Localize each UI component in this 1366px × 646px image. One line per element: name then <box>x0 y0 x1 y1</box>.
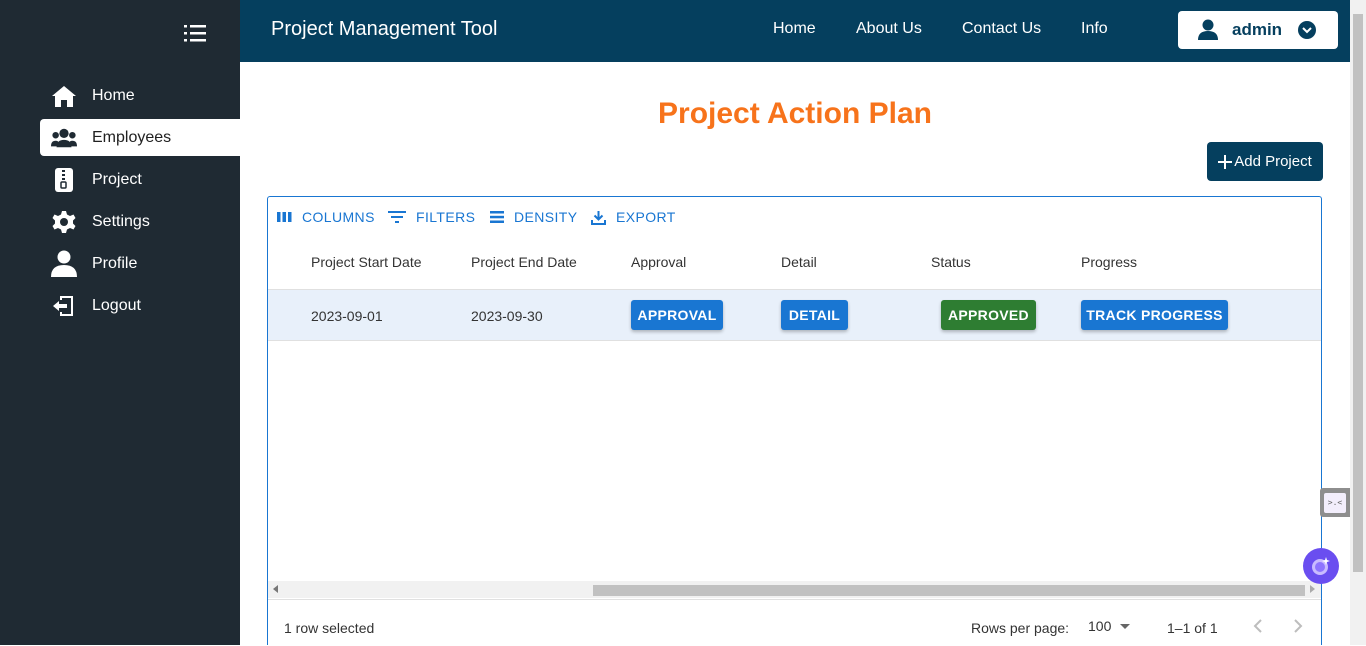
home-icon <box>51 83 77 109</box>
rows-per-page-label: Rows per page: <box>971 620 1070 636</box>
status-approved-button[interactable]: APPROVED <box>941 300 1036 330</box>
zip-file-icon <box>51 167 77 193</box>
gear-icon <box>51 209 77 235</box>
assistant-fab-button[interactable] <box>1303 548 1339 584</box>
page-title: Project Action Plan <box>658 97 932 130</box>
sidebar-item-label: Profile <box>92 254 138 272</box>
nav-link-about-us[interactable]: About Us <box>856 20 922 38</box>
column-header-start-date[interactable]: Project Start Date <box>311 254 422 270</box>
page-scrollbar-thumb[interactable] <box>1353 14 1363 572</box>
scroll-right-arrow-icon[interactable] <box>1310 585 1315 593</box>
user-menu-button[interactable]: admin <box>1178 11 1338 49</box>
track-progress-button[interactable]: TRACK PROGRESS <box>1081 300 1228 330</box>
users-icon <box>51 125 77 151</box>
logout-icon <box>51 293 77 319</box>
column-header-approval[interactable]: Approval <box>631 254 686 270</box>
top-navbar: Project Management Tool Home About Us Co… <box>240 0 1350 62</box>
sidebar: Home Employees Project Settings Profile … <box>0 0 240 645</box>
rows-per-page-select[interactable]: 100 <box>1088 618 1131 634</box>
columns-icon <box>277 212 292 222</box>
user-icon <box>1198 19 1218 41</box>
sidebar-item-settings[interactable]: Settings <box>40 203 240 240</box>
cell-start-date: 2023-09-01 <box>311 308 383 324</box>
add-project-label: Add Project <box>1234 153 1312 170</box>
pagination-range: 1–1 of 1 <box>1167 620 1218 636</box>
density-icon <box>490 211 504 223</box>
sidebar-item-label: Project <box>92 170 142 188</box>
sidebar-item-label: Logout <box>92 296 141 314</box>
selected-rows-count: 1 row selected <box>284 620 375 636</box>
rows-per-page-value: 100 <box>1088 618 1112 634</box>
menu-toggle-icon[interactable] <box>184 23 208 45</box>
sidebar-item-label: Settings <box>92 212 150 230</box>
sidebar-item-employees[interactable]: Employees <box>40 119 240 156</box>
sidebar-item-label: Home <box>92 86 135 104</box>
sidebar-item-profile[interactable]: Profile <box>40 245 240 282</box>
caret-down-icon <box>1120 623 1131 629</box>
app-title: Project Management Tool <box>271 18 498 40</box>
sidebar-item-project[interactable]: Project <box>40 161 240 198</box>
grid-footer: 1 row selected Rows per page: 100 1–1 of… <box>268 599 1321 646</box>
export-label: EXPORT <box>616 209 676 225</box>
username: admin <box>1232 20 1283 39</box>
user-icon <box>51 250 77 277</box>
column-header-detail[interactable]: Detail <box>781 254 817 270</box>
chevron-down-icon <box>1298 21 1317 39</box>
nav-link-contact-us[interactable]: Contact Us <box>962 20 1041 38</box>
filter-icon <box>388 211 406 223</box>
sidebar-item-home[interactable]: Home <box>40 77 240 114</box>
column-header-end-date[interactable]: Project End Date <box>471 254 577 270</box>
widget-face-icon: >.< <box>1324 492 1346 513</box>
sidebar-item-logout[interactable]: Logout <box>40 287 240 324</box>
sidebar-item-label: Employees <box>92 128 172 146</box>
side-panel-widget[interactable]: >.< <box>1320 488 1350 517</box>
density-label: DENSITY <box>514 209 578 225</box>
density-button[interactable]: DENSITY <box>490 209 577 225</box>
column-header-status[interactable]: Status <box>931 254 971 270</box>
add-project-button[interactable]: Add Project <box>1207 142 1323 181</box>
plus-icon <box>1218 154 1233 169</box>
next-page-icon[interactable] <box>1292 618 1304 639</box>
export-button[interactable]: EXPORT <box>591 209 676 225</box>
columns-button[interactable]: COLUMNS <box>277 209 375 225</box>
cell-end-date: 2023-09-30 <box>471 308 543 324</box>
columns-label: COLUMNS <box>302 209 375 225</box>
filters-label: FILTERS <box>416 209 476 225</box>
nav-link-info[interactable]: Info <box>1081 20 1108 38</box>
nav-link-home[interactable]: Home <box>773 20 816 38</box>
assistant-icon <box>1310 555 1332 577</box>
table-row[interactable]: 2023-09-01 2023-09-30 APPROVAL DETAIL AP… <box>268 289 1321 341</box>
prev-page-icon[interactable] <box>1252 618 1264 639</box>
horizontal-scrollbar[interactable] <box>268 581 1321 598</box>
filters-button[interactable]: FILTERS <box>388 209 475 225</box>
column-header-progress[interactable]: Progress <box>1081 254 1137 270</box>
scroll-left-arrow-icon[interactable] <box>273 585 278 593</box>
detail-button[interactable]: DETAIL <box>781 300 848 330</box>
download-icon <box>591 210 606 225</box>
page-scrollbar[interactable] <box>1350 0 1366 645</box>
horizontal-scrollbar-thumb[interactable] <box>593 585 1305 596</box>
project-data-grid: COLUMNS FILTERS DENSITY EXPORT Project S… <box>267 196 1322 645</box>
approval-button[interactable]: APPROVAL <box>631 300 723 330</box>
